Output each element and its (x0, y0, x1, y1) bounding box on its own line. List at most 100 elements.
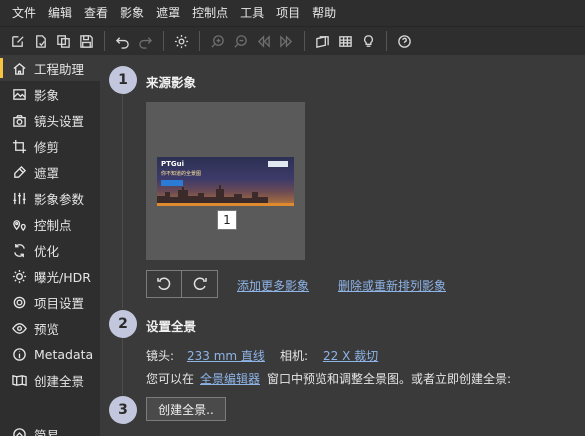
grid-icon[interactable] (334, 30, 356, 52)
sidebar-item-label: 预览 (34, 321, 60, 337)
copy-icon[interactable] (52, 30, 74, 52)
sun-icon (11, 268, 28, 285)
menu-file[interactable]: 文件 (6, 0, 42, 26)
mask-icon (11, 164, 28, 181)
panorama-editor-icon[interactable] (311, 30, 333, 52)
zoom-out-icon[interactable] (229, 30, 251, 52)
create-panorama-button[interactable]: 创建全景.. (146, 397, 226, 421)
sidebar-item-label: 曝光/HDR (34, 269, 91, 285)
redo-icon[interactable] (134, 30, 156, 52)
pano-badge (161, 180, 183, 186)
control-points-icon (11, 216, 28, 233)
sidebar-item-simple[interactable]: 简易 (0, 421, 100, 436)
rewind-icon[interactable] (252, 30, 274, 52)
sidebar-item-project-settings[interactable]: 项目设置 (0, 289, 100, 315)
info-icon (11, 346, 28, 363)
sidebar-item-mask[interactable]: 遮罩 (0, 159, 100, 185)
fast-forward-icon[interactable] (275, 30, 297, 52)
info-text-prefix: 您可以在 (146, 372, 195, 386)
info-text-suffix: 窗口中预览和调整全景图。或者立即创建全景: (267, 372, 512, 386)
toolbar-divider (199, 31, 200, 51)
sidebar-simple-toggle[interactable]: 简易 (0, 421, 100, 436)
sidebar-item-label: 创建全景 (34, 373, 85, 389)
optimize-icon (11, 242, 28, 259)
step-3-badge: 3 (109, 396, 137, 424)
sidebar-item-control-points[interactable]: 控制点 (0, 211, 100, 237)
sidebar-item-crop[interactable]: 修剪 (0, 133, 100, 159)
city-skyline-graphic (157, 185, 294, 206)
rotate-left-button[interactable] (146, 270, 182, 298)
menu-images[interactable]: 影象 (114, 0, 150, 26)
add-more-images-link[interactable]: 添加更多影象 (237, 277, 309, 294)
rotate-button-group (146, 270, 218, 298)
sidebar-item-metadata[interactable]: Metadata (0, 341, 100, 367)
camera-icon (11, 112, 28, 129)
toolbar (0, 26, 585, 55)
sidebar-item-preview[interactable]: 预览 (0, 315, 100, 341)
pano-title: PTGui (161, 160, 185, 168)
menu-edit[interactable]: 编辑 (42, 0, 78, 26)
bulb-icon[interactable] (357, 30, 379, 52)
step-2-title: 设置全景 (146, 319, 197, 334)
sidebar-item-create-panorama[interactable]: 创建全景 (0, 367, 100, 393)
sidebar-item-label: 控制点 (34, 217, 72, 233)
camera-value-link[interactable]: 22 X 裁切 (323, 347, 378, 364)
sidebar-item-lens-settings[interactable]: 镜头设置 (0, 107, 100, 133)
menu-mask[interactable]: 遮罩 (150, 0, 186, 26)
save-icon[interactable] (75, 30, 97, 52)
sidebar-item-optimize[interactable]: 优化 (0, 237, 100, 263)
home-icon (11, 60, 28, 77)
pano-subtitle: 你不知道的全景图 (161, 171, 202, 177)
rotate-right-button[interactable] (182, 270, 218, 298)
sidebar-item-project-assistant[interactable]: 工程助理 (0, 55, 100, 81)
step-1-title: 来源影象 (146, 75, 197, 90)
sidebar-item-label: 修剪 (34, 139, 60, 155)
panorama-editor-link[interactable]: 全景编辑器 (200, 370, 260, 387)
toolbar-divider (386, 31, 387, 51)
crop-icon (11, 138, 28, 155)
help-icon[interactable] (393, 30, 415, 52)
lens-label: 镜头: (146, 349, 175, 363)
rotate-right-icon (193, 277, 207, 290)
sidebar-item-label: 遮罩 (34, 165, 60, 181)
image-thumbnail[interactable]: PTGui 你不知道的全景图 (157, 157, 294, 206)
sidebar-item-label: 影象参数 (34, 191, 85, 207)
rotate-left-icon (157, 277, 171, 290)
zoom-in-icon[interactable] (206, 30, 228, 52)
menu-help[interactable]: 帮助 (306, 0, 342, 26)
sidebar: 工程助理 影象 镜头设置 修剪 遮罩 影象参数 控制点 优化 曝光/HDR 项目… (0, 55, 100, 436)
image-index-label: 1 (217, 210, 237, 230)
undo-icon[interactable] (111, 30, 133, 52)
sidebar-item-image-parameters[interactable]: 影象参数 (0, 185, 100, 211)
pano-logo (268, 161, 288, 167)
sidebar-item-label: 优化 (34, 243, 60, 259)
remove-reorder-images-link[interactable]: 删除或重新排列影象 (338, 277, 446, 294)
camera-label: 相机: (280, 349, 309, 363)
new-project-icon[interactable] (6, 30, 28, 52)
eye-icon (11, 320, 28, 337)
menu-project[interactable]: 项目 (270, 0, 306, 26)
step-connector (122, 338, 123, 395)
sidebar-item-images[interactable]: 影象 (0, 81, 100, 107)
sidebar-item-exposure-hdr[interactable]: 曝光/HDR (0, 263, 100, 289)
toolbar-divider (163, 31, 164, 51)
step-1-badge: 1 (109, 66, 137, 94)
toolbar-divider (104, 31, 105, 51)
sidebar-item-label: Metadata (34, 346, 94, 362)
settings-icon[interactable] (170, 30, 192, 52)
open-icon[interactable] (29, 30, 51, 52)
lens-value-link[interactable]: 233 mm 直线 (187, 347, 265, 364)
toolbar-divider (304, 31, 305, 51)
menu-control-points[interactable]: 控制点 (186, 0, 234, 26)
step-2-badge: 2 (109, 310, 137, 338)
project-assistant-panel: 1 来源影象 PTGui 你不知道的全景图 1 添加更多影象 删除或重新排列影象… (100, 55, 585, 436)
menu-tools[interactable]: 工具 (234, 0, 270, 26)
menu-bar: 文件 编辑 查看 影象 遮罩 控制点 工具 项目 帮助 (0, 0, 585, 26)
panorama-icon (11, 372, 28, 389)
source-image-thumbnail-area: PTGui 你不知道的全景图 1 (146, 102, 305, 260)
menu-view[interactable]: 查看 (78, 0, 114, 26)
image-icon (11, 86, 28, 103)
sidebar-item-label: 影象 (34, 87, 60, 103)
chevron-up-icon (11, 426, 28, 436)
step-connector (122, 93, 123, 308)
